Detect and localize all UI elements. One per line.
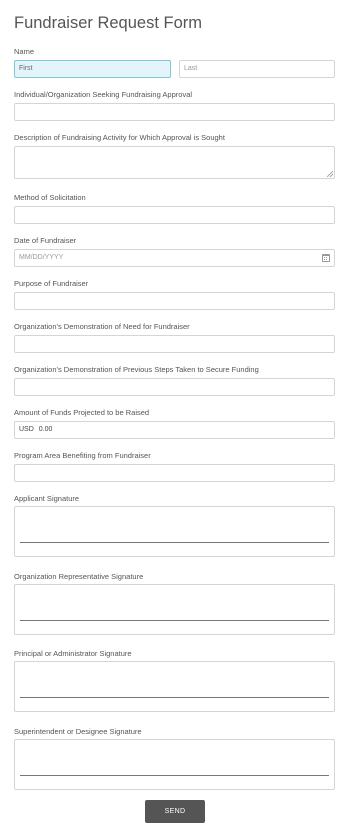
date-input[interactable]: MM/DD/YYYY bbox=[14, 249, 335, 267]
resize-grip-icon[interactable] bbox=[327, 171, 333, 177]
description-textarea[interactable] bbox=[14, 146, 335, 179]
signature-line bbox=[20, 697, 329, 698]
currency-code: USD bbox=[19, 426, 34, 433]
program-area-label: Program Area Benefiting from Fundraiser bbox=[14, 451, 151, 460]
last-name-input[interactable]: Last bbox=[179, 60, 335, 78]
signature-line bbox=[20, 775, 329, 776]
first-name-input[interactable]: First bbox=[14, 60, 171, 78]
program-area-input[interactable] bbox=[14, 464, 335, 482]
calendar-icon[interactable] bbox=[322, 254, 330, 262]
org-rep-signature-label: Organization Representative Signature bbox=[14, 572, 144, 581]
purpose-label: Purpose of Fundraiser bbox=[14, 279, 89, 288]
method-label: Method of Solicitation bbox=[14, 193, 86, 202]
superintendent-signature-pad[interactable] bbox=[14, 739, 335, 790]
amount-input[interactable]: USD 0.00 bbox=[14, 421, 335, 439]
date-label: Date of Fundraiser bbox=[14, 236, 77, 245]
send-button[interactable]: SEND bbox=[145, 800, 205, 823]
signature-line bbox=[20, 620, 329, 621]
superintendent-signature-label: Superintendent or Designee Signature bbox=[14, 727, 142, 736]
principal-signature-label: Principal or Administrator Signature bbox=[14, 649, 132, 658]
applicant-signature-pad[interactable] bbox=[14, 506, 335, 557]
applicant-signature-label: Applicant Signature bbox=[14, 494, 80, 503]
individual-org-input[interactable] bbox=[14, 103, 335, 121]
date-placeholder: MM/DD/YYYY bbox=[19, 254, 64, 261]
amount-label: Amount of Funds Projected to be Raised bbox=[14, 408, 150, 417]
purpose-input[interactable] bbox=[14, 292, 335, 310]
form-title: Fundraiser Request Form bbox=[14, 14, 202, 32]
need-input[interactable] bbox=[14, 335, 335, 353]
method-input[interactable] bbox=[14, 206, 335, 224]
previous-steps-label: Organization's Demonstration of Previous… bbox=[14, 365, 259, 374]
amount-value: 0.00 bbox=[38, 426, 53, 433]
individual-org-label: Individual/Organization Seeking Fundrais… bbox=[14, 90, 193, 99]
description-label: Description of Fundraising Activity for … bbox=[14, 133, 225, 142]
principal-signature-pad[interactable] bbox=[14, 661, 335, 712]
need-label: Organization's Demonstration of Need for… bbox=[14, 322, 190, 331]
org-rep-signature-pad[interactable] bbox=[14, 584, 335, 635]
signature-line bbox=[20, 542, 329, 543]
previous-steps-input[interactable] bbox=[14, 378, 335, 396]
name-label: Name bbox=[14, 47, 35, 56]
